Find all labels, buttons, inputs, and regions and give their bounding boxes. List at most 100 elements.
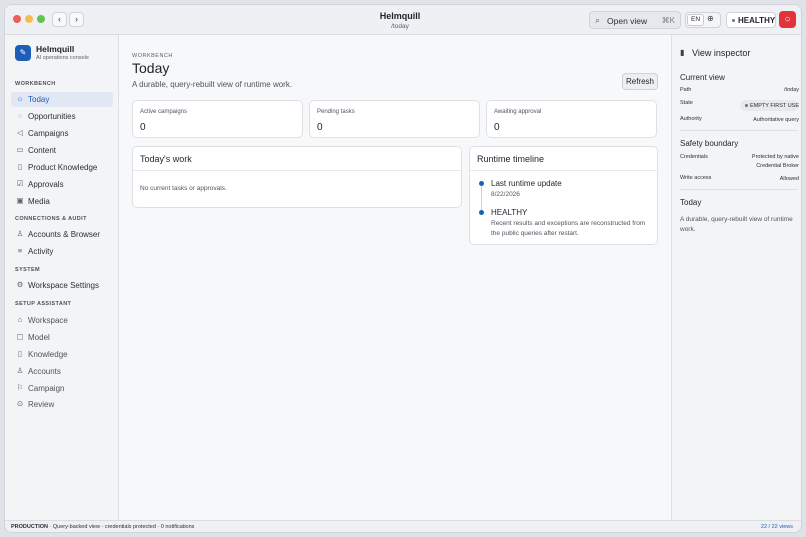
sidebar-item-approvals[interactable]: ☑ Approvals	[11, 177, 113, 192]
timeline-event-detail: 8/22/2026	[491, 191, 520, 198]
image-icon: ▣	[16, 196, 24, 205]
sidebar-item-label: Activity	[28, 247, 54, 256]
brand-name: Helmquill	[36, 44, 75, 54]
health-label: HEALTHY	[738, 16, 776, 25]
sidebar-item-activity[interactable]: ≡ Activity	[11, 244, 113, 259]
sidebar-item-label: Accounts	[28, 367, 61, 376]
health-status-badge[interactable]: HEALTHY	[726, 12, 776, 28]
back-button[interactable]: ‹	[52, 12, 67, 27]
path-key: Path	[680, 87, 692, 93]
sidebar-item-model[interactable]: ▢ Model	[11, 330, 113, 345]
stat-value: 0	[317, 122, 323, 133]
sidebar-item-opportunities[interactable]: ◌ Opportunities	[11, 109, 113, 124]
refresh-button[interactable]: Refresh	[622, 73, 658, 90]
sidebar-item-campaign[interactable]: ⚐ Campaign	[11, 381, 113, 396]
write-access-key: Write access	[680, 175, 712, 181]
today-description: A durable, query-rebuilt view of runtime…	[680, 216, 793, 233]
sidebar-item-workspace-settings[interactable]: ⚙ Workspace Settings	[11, 278, 113, 293]
window-title: Helmquill	[379, 11, 421, 21]
open-view-button[interactable]: ⌕ Open view ⌘K	[589, 11, 681, 29]
authority-key: Authority	[680, 116, 702, 122]
users-icon: ♙	[16, 366, 24, 375]
activity-icon: ≡	[17, 246, 23, 255]
sidebar-item-accounts[interactable]: ♙ Accounts	[11, 364, 113, 379]
forward-button[interactable]: ›	[69, 12, 84, 27]
sidebar-item-label: Accounts & Browser	[28, 230, 101, 239]
language-en-button[interactable]: EN	[687, 14, 704, 26]
chevron-right-icon: ›	[75, 14, 78, 24]
inspector-title: View inspector	[692, 48, 751, 58]
sidebar-item-knowledge[interactable]: ▯ Knowledge	[11, 347, 113, 362]
close-window-button[interactable]	[13, 15, 21, 23]
todays-work-card: Today's work No current tasks or approva…	[132, 146, 462, 208]
sidebar-item-label: Knowledge	[28, 350, 68, 359]
section-label-setup-assistant: SETUP ASSISTANT	[15, 301, 72, 307]
card-divider	[470, 170, 657, 171]
timeline-event-title: Last runtime update	[491, 179, 562, 188]
view-inspector: ▮ View inspector Current view Path /toda…	[671, 35, 801, 520]
users-icon: ♙	[16, 229, 24, 238]
credentials-value-line2: Credential Broker	[756, 162, 799, 169]
state-value: EMPTY FIRST USE	[750, 102, 800, 109]
timeline-dot	[479, 181, 484, 186]
title-bar: ‹ › Helmquill /today ⌕ Open view ⌘K EN ⊕…	[5, 5, 801, 35]
sidebar-item-accounts-browser[interactable]: ♙ Accounts & Browser	[11, 227, 113, 242]
path-value: /today	[784, 87, 799, 93]
power-icon: ○	[784, 14, 791, 25]
page-title: Today	[132, 60, 170, 76]
book-icon: ▯	[17, 162, 23, 171]
gear-icon: ⚙	[16, 280, 24, 289]
sidebar-item-label: Workspace	[28, 316, 68, 325]
minimize-window-button[interactable]	[25, 15, 33, 23]
stat-label: Awaiting approval	[494, 109, 542, 115]
zoom-window-button[interactable]	[37, 15, 45, 23]
open-view-shortcut: ⌘K	[661, 16, 675, 25]
environment-label: PRODUCTION	[11, 524, 48, 530]
card-title: Runtime timeline	[477, 154, 545, 164]
power-button[interactable]: ○	[779, 11, 796, 28]
card-title: Today's work	[140, 154, 192, 164]
checklist-icon: ☑	[16, 179, 24, 188]
section-label-system: SYSTEM	[15, 267, 41, 273]
sidebar-item-content[interactable]: ▭ Content	[11, 143, 113, 158]
chevron-left-icon: ‹	[58, 14, 61, 24]
search-icon: ⌕	[595, 15, 601, 25]
page-subtitle: A durable, query-rebuilt view of runtime…	[132, 80, 293, 89]
stat-label: Pending tasks	[317, 109, 355, 115]
inspector-divider	[680, 130, 798, 131]
sidebar-item-today[interactable]: ☼ Today	[11, 92, 113, 107]
sidebar-item-label: Workspace Settings	[28, 281, 99, 290]
authority-value: Authoritative query	[753, 117, 799, 123]
brand-logo-icon: ✎	[15, 45, 31, 61]
credentials-key: Credentials	[680, 154, 708, 160]
views-count-link[interactable]: 22 / 22 views	[761, 524, 793, 530]
sidebar-item-label: Product Knowledge	[28, 163, 98, 172]
sidebar-item-label: Content	[28, 146, 57, 155]
status-bar: PRODUCTION · Query-backed view · credent…	[5, 520, 801, 532]
window-path: /today	[391, 23, 409, 30]
home-icon: ⌂	[17, 315, 23, 324]
sidebar-item-campaigns[interactable]: ◁ Campaigns	[11, 126, 113, 141]
check-circle-icon: ⊙	[16, 399, 24, 408]
page-eyebrow: WORKBENCH	[132, 53, 173, 59]
sidebar: ✎ Helmquill AI operations console WORKBE…	[5, 35, 119, 520]
inspector-divider	[680, 189, 798, 190]
status-text: PRODUCTION · Query-backed view · credent…	[11, 524, 194, 530]
sidebar-item-label: Model	[28, 333, 50, 342]
timeline-dot	[479, 210, 484, 215]
section-label-connections: CONNECTIONS & AUDIT	[15, 216, 87, 222]
sidebar-item-label: Opportunities	[28, 112, 76, 121]
language-switcher: EN ⊕	[685, 12, 721, 28]
stat-card-active-campaigns: Active campaigns 0	[132, 100, 303, 138]
sidebar-item-label: Media	[28, 197, 50, 206]
window-title-block: Helmquill /today	[305, 11, 495, 30]
sidebar-item-review[interactable]: ⊙ Review	[11, 397, 113, 412]
sidebar-item-product-knowledge[interactable]: ▯ Product Knowledge	[11, 160, 113, 175]
timeline-event-title: HEALTHY	[491, 208, 528, 217]
sidebar-item-label: Today	[28, 95, 50, 104]
globe-icon[interactable]: ⊕	[707, 14, 714, 23]
flag-icon: ⚐	[16, 383, 24, 392]
sidebar-item-label: Campaigns	[28, 129, 69, 138]
sidebar-item-media[interactable]: ▣ Media	[11, 194, 113, 209]
sidebar-item-workspace[interactable]: ⌂ Workspace	[11, 313, 113, 328]
